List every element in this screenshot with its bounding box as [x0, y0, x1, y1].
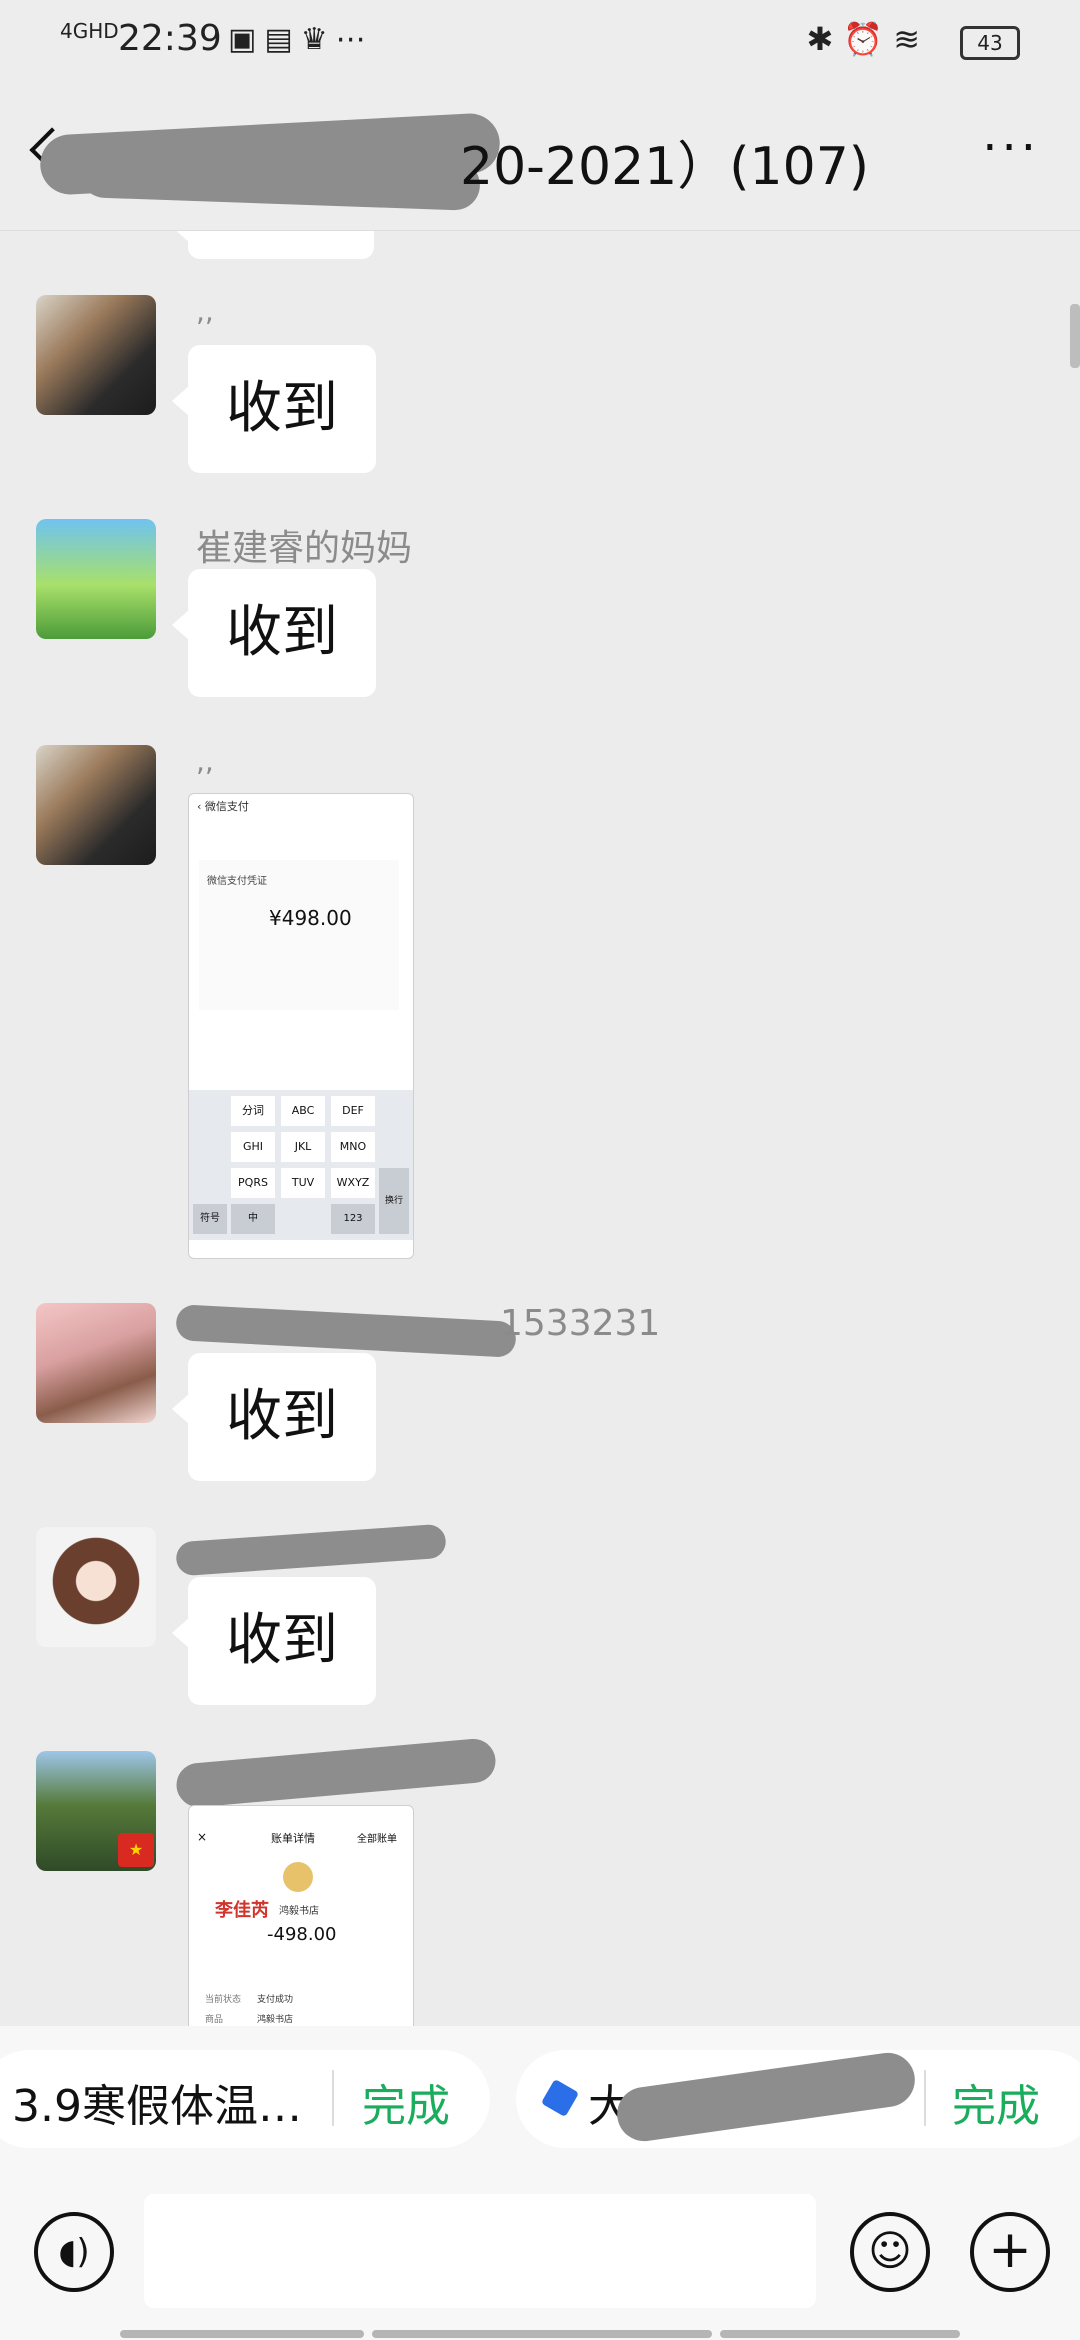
- key: 符号: [193, 1204, 227, 1234]
- redaction-scribble: [175, 1523, 447, 1577]
- system-icons: ✱⏰≋: [807, 20, 930, 58]
- bluetooth-icon: ✱: [806, 20, 844, 58]
- notification-icons: ▣▤♛⋯: [228, 22, 374, 57]
- screenshot-logo: [283, 1862, 313, 1892]
- alipay-icon: ▤: [264, 22, 301, 57]
- screenshot-section-title: 微信支付凭证: [207, 876, 267, 887]
- screenshot-title: 账单详情: [271, 1832, 315, 1845]
- done-button[interactable]: 完成: [362, 2070, 450, 2134]
- key: GHI: [231, 1132, 275, 1162]
- message-list[interactable]: ,, 收到 崔建睿的妈妈 收到 ,, ‹ 微信支付 微信支付凭证 ¥498.00…: [0, 231, 1080, 2026]
- redaction-scribble: [613, 2049, 919, 2145]
- screenshot-row-value: 支付成功: [257, 1995, 294, 2005]
- more-options-icon[interactable]: ···: [982, 120, 1040, 176]
- divider: [924, 2070, 926, 2126]
- screenshot-row-value: 鸿毅书店: [257, 2015, 294, 2025]
- message-input[interactable]: [144, 2194, 816, 2308]
- avatar[interactable]: [36, 295, 156, 415]
- sender-name: 1533231: [500, 1303, 661, 1344]
- pending-chip-text: 3.9寒假体温…: [12, 2081, 302, 2132]
- key: TUV: [281, 1168, 325, 1198]
- pending-bar: 3.9寒假体温… 完成 大 完成: [0, 2026, 1080, 2176]
- message-bubble[interactable]: 收到: [172, 1353, 376, 1481]
- done-button[interactable]: 完成: [952, 2070, 1040, 2134]
- pending-chip[interactable]: 3.9寒假体温… 完成: [0, 2050, 490, 2148]
- input-bar: ◖) ☺ +: [0, 2176, 1080, 2340]
- flag-badge: ★: [118, 1833, 154, 1867]
- image-message[interactable]: ‹ 微信支付 微信支付凭证 ¥498.00 分词 ABC DEF GHI JKL…: [188, 793, 414, 1259]
- status-bar: 4GHD 22:39 ▣▤♛⋯ ✱⏰≋ 43: [0, 0, 1080, 84]
- app-cube-icon: [540, 2078, 580, 2118]
- divider: [332, 2070, 334, 2126]
- screenshot-all-bills: 全部账单: [357, 1834, 397, 1845]
- message-bubble-partial[interactable]: [172, 231, 374, 259]
- screenshot-amount: -498.00: [267, 1924, 337, 1945]
- screenshot-close: ×: [197, 1830, 208, 1844]
- screenshot-card: 微信支付凭证 ¥498.00: [199, 860, 399, 1010]
- avatar[interactable]: [36, 1303, 156, 1423]
- scrollbar[interactable]: [1070, 304, 1080, 368]
- screenshot-shop: 鸿毅书店: [279, 1906, 319, 1917]
- image-message[interactable]: × 账单详情 全部账单 李佳芮 鸿毅书店 -498.00 当前状态 支付成功 商…: [188, 1805, 414, 2026]
- screenshot-row-label: 当前状态: [205, 1995, 242, 2005]
- sender-name: 崔建睿的妈妈: [196, 528, 413, 569]
- screenshot-header: ‹ 微信支付: [197, 800, 249, 813]
- nav-gesture-bar: [372, 2330, 712, 2338]
- key: 换行: [379, 1168, 409, 1234]
- key: 123: [331, 1204, 375, 1234]
- alarm-icon: ⏰: [843, 20, 894, 58]
- redaction-scribble: [175, 1304, 517, 1358]
- status-time: 22:39: [118, 18, 222, 59]
- avatar[interactable]: [36, 1527, 156, 1647]
- emoji-icon[interactable]: ☺: [850, 2212, 930, 2292]
- avatar[interactable]: [36, 745, 156, 865]
- voice-icon[interactable]: ◖): [34, 2212, 114, 2292]
- screenshot-keyboard: 分词 ABC DEF GHI JKL MNO PQRS TUV WXYZ 符号 …: [189, 1090, 413, 1240]
- chat-title: 20-2021）(107): [460, 137, 870, 197]
- plus-icon[interactable]: +: [970, 2212, 1050, 2292]
- screenshot-amount: ¥498.00: [269, 906, 352, 930]
- redaction-scribble: [174, 1737, 498, 1809]
- message-bubble[interactable]: 收到: [172, 569, 376, 697]
- screenshot-row-label: 商品: [205, 2015, 224, 2025]
- sender-name: ,,: [196, 295, 214, 328]
- message-bubble[interactable]: 收到: [172, 345, 376, 473]
- app-icon-tuan: ▣: [228, 22, 265, 57]
- network-indicator: 4GHD: [60, 19, 119, 43]
- nav-gesture-bar: [120, 2330, 364, 2338]
- key: 中: [231, 1204, 275, 1234]
- key: MNO: [331, 1132, 375, 1162]
- key: WXYZ: [331, 1168, 375, 1198]
- screenshot-name: 李佳芮: [215, 1900, 269, 1921]
- key: DEF: [331, 1096, 375, 1126]
- sender-name: ,,: [196, 745, 214, 778]
- crown-icon: ♛: [300, 22, 336, 57]
- nav-gesture-bar: [720, 2330, 960, 2338]
- more-dots-icon: ⋯: [335, 22, 374, 57]
- wifi-icon: ≋: [893, 20, 930, 58]
- chat-header: 20-2021）(107) ···: [0, 84, 1080, 231]
- battery-indicator: 43: [960, 26, 1020, 60]
- message-bubble[interactable]: 收到: [172, 1577, 376, 1705]
- avatar[interactable]: [36, 519, 156, 639]
- key: 分词: [231, 1096, 275, 1126]
- pending-chip[interactable]: 大 完成: [516, 2049, 1080, 2148]
- key: PQRS: [231, 1168, 275, 1198]
- key: ABC: [281, 1096, 325, 1126]
- key: JKL: [281, 1132, 325, 1162]
